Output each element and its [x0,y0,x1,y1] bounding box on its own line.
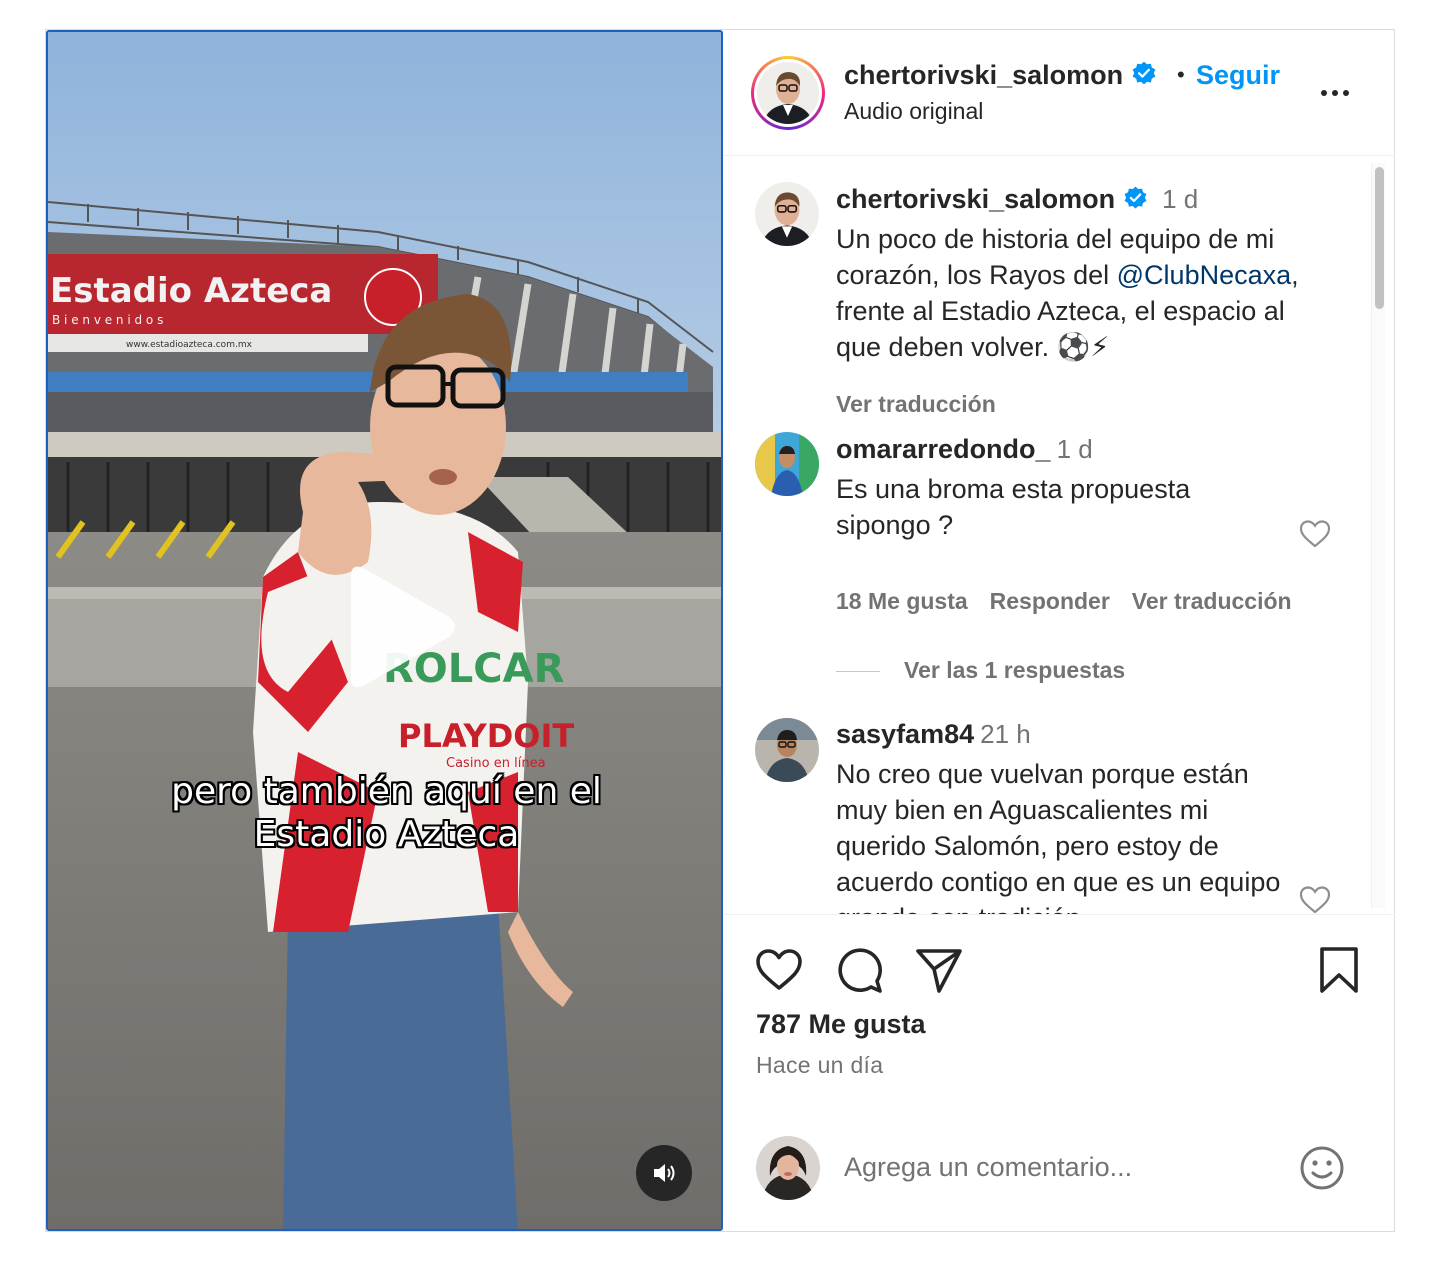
post-header: chertorivski_salomon • Seguir Audio orig… [724,30,1395,156]
video-caption-overlay: pero también aquí en el Estadio Azteca [48,770,721,856]
comment-avatar-image [755,432,819,496]
mention-link[interactable]: @ClubNecaxa [1117,260,1292,290]
comment-username-text[interactable]: sasyfam84 [836,719,974,749]
current-user-avatar-image [756,1136,820,1200]
verified-badge-icon [1132,61,1156,85]
view-replies-button[interactable]: Ver las 1 respuestas [836,657,1125,684]
caption-username-text[interactable]: chertorivski_salomon [836,184,1115,214]
comments-panel[interactable]: chertorivski_salomon 1 d Un poco de histo… [724,157,1395,914]
author-avatar[interactable] [751,56,825,130]
play-icon [351,566,455,688]
more-options-dot [1332,90,1338,96]
caption-username[interactable]: chertorivski_salomon 1 d [836,184,1198,215]
caption-text: Un poco de historia del equipo de mi cor… [836,221,1336,365]
comment-like-icon[interactable] [1299,885,1331,914]
stadium-sign-text: Estadio Azteca [50,271,332,311]
post-dialog: Estadio Azteca B i e n v e n i d o s www… [45,29,1395,1232]
caption-translate-text[interactable]: Ver traducción [836,391,996,417]
video-caption-line-2: Estadio Azteca [253,814,520,855]
comment-username-text[interactable]: omararredondo_ [836,434,1051,464]
comment-username[interactable]: omararredondo_ 1 d [836,434,1093,465]
likes-count[interactable]: 787 Me gusta [756,1009,926,1040]
comment-input[interactable] [844,1141,1284,1193]
more-options-button[interactable] [1321,80,1361,106]
comment-username[interactable]: sasyfam84 21 h [836,719,1031,750]
author-avatar-image [757,62,819,124]
author-username-text[interactable]: chertorivski_salomon [844,60,1123,90]
comment-meta-row: 18 Me gusta Responder Ver traducción [836,588,1314,615]
view-replies-text[interactable]: Ver las 1 respuestas [904,657,1125,683]
comment-timestamp[interactable]: 1 d [1057,434,1093,464]
shirt-sponsor-3: Casino en línea [446,756,546,771]
stadium-url-text: www.estadioazteca.com.mx [126,340,253,350]
comment-translate-link[interactable]: Ver traducción [1132,588,1292,614]
add-comment-bar [724,1119,1395,1229]
stadium-sign-subtext: B i e n v e n i d o s [52,313,163,327]
caption-author-avatar[interactable] [755,182,819,246]
comment-text: Es una broma esta propuesta sipongo ? [836,474,1191,540]
reply-button[interactable]: Responder [990,588,1110,614]
more-options-icon [1321,90,1327,96]
comment-text: No creo que vuelvan porque están muy bie… [836,759,1281,914]
replies-divider [836,671,880,673]
verified-badge-icon [1124,186,1147,209]
follow-button[interactable]: Seguir [1196,60,1280,91]
comment-likes-count[interactable]: 18 Me gusta [836,588,968,614]
share-icon[interactable] [914,945,964,995]
comment-avatar[interactable] [755,718,819,782]
play-button[interactable] [331,562,461,692]
comment-icon[interactable] [834,945,884,995]
caption-avatar-image [755,182,819,246]
post-actions: 787 Me gusta Hace un día [724,914,1395,1231]
audio-label[interactable]: Audio original [844,98,983,125]
video-player[interactable]: Estadio Azteca B i e n v e n i d o s www… [46,30,723,1231]
comment-avatar-image [755,718,819,782]
emoji-icon[interactable] [1298,1144,1346,1192]
more-options-dot [1343,90,1349,96]
caption-translate-link[interactable]: Ver traducción [836,391,1018,418]
audio-toggle-button[interactable] [636,1145,692,1201]
header-separator: • [1177,62,1185,87]
heart-icon[interactable] [754,945,804,995]
comment-like-icon[interactable] [1299,519,1331,549]
bookmark-icon[interactable] [1314,945,1364,995]
post-timestamp[interactable]: Hace un día [756,1052,883,1079]
volume-icon [654,1164,675,1182]
comments-scrollbar[interactable] [1371,163,1385,908]
scrollbar-thumb[interactable] [1375,167,1384,309]
comment-timestamp[interactable]: 21 h [980,719,1031,749]
caption-timestamp[interactable]: 1 d [1162,184,1198,214]
author-username[interactable]: chertorivski_salomon [844,60,1157,91]
video-caption-line-1: pero también aquí en el [171,771,602,812]
comment-avatar[interactable] [755,432,819,496]
current-user-avatar [756,1136,820,1200]
shirt-sponsor-2: PLAYDOIT [398,717,574,755]
